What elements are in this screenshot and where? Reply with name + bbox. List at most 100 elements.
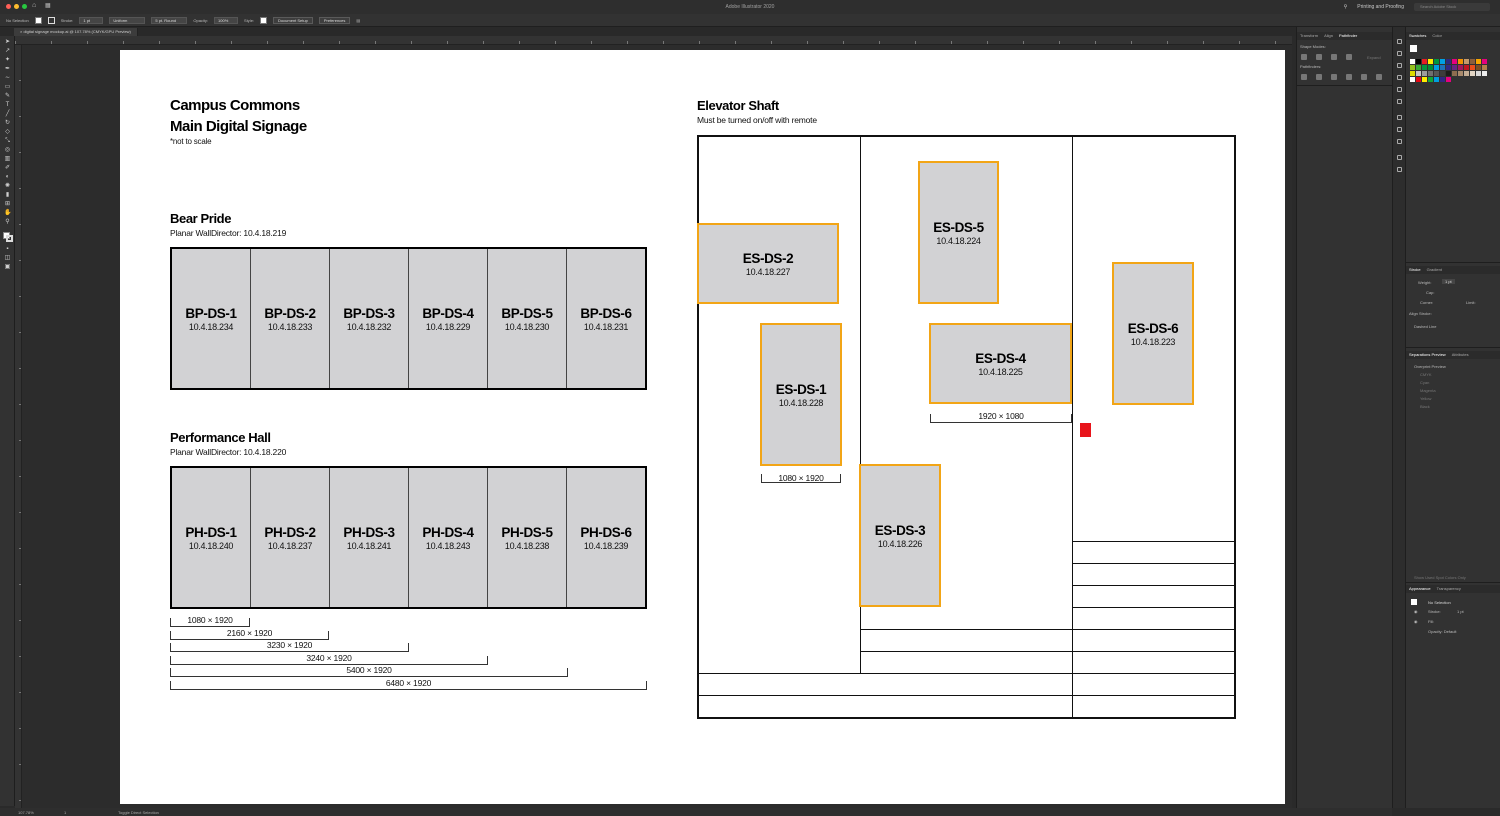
separation-cyan[interactable]: Cyan <box>1420 380 1429 385</box>
gradient-tool-icon[interactable]: ▥ <box>4 156 11 162</box>
scale-tool-icon[interactable]: ⤡ <box>4 138 11 144</box>
opentype-icon[interactable] <box>1397 139 1402 144</box>
swatch[interactable] <box>1422 59 1427 64</box>
swatch[interactable] <box>1440 65 1445 70</box>
separation-yellow[interactable]: Yellow <box>1420 396 1431 401</box>
swatch[interactable] <box>1476 59 1481 64</box>
arrange-icon[interactable]: ▤ <box>356 18 360 23</box>
swatch[interactable] <box>1464 71 1469 76</box>
swatch[interactable] <box>1434 59 1439 64</box>
swatch[interactable] <box>1422 77 1427 82</box>
red-marker[interactable] <box>1080 423 1091 437</box>
tab-stroke[interactable]: Stroke <box>1409 266 1421 274</box>
swatch[interactable] <box>1482 65 1487 70</box>
swatch[interactable] <box>1422 65 1427 70</box>
dashed-line-checkbox[interactable]: Dashed Line <box>1414 324 1436 329</box>
swatch[interactable] <box>1440 71 1445 76</box>
bp-panel[interactable]: BP-DS-5 10.4.18.230 <box>488 249 567 388</box>
pen-tool-icon[interactable]: ✒ <box>4 66 11 72</box>
stroke-swatch[interactable] <box>47 16 55 24</box>
swatch[interactable] <box>1464 59 1469 64</box>
workspace-switcher[interactable]: Printing and Proofing <box>1357 4 1404 10</box>
line-tool-icon[interactable]: ╱ <box>4 111 11 117</box>
libraries-icon[interactable] <box>1397 63 1402 68</box>
tab-swatches[interactable]: Swatches <box>1409 32 1426 40</box>
swatch[interactable] <box>1440 77 1445 82</box>
swatch[interactable] <box>1476 71 1481 76</box>
artboard-number[interactable]: 1 <box>64 810 66 815</box>
es-ds-5-screen[interactable]: ES-DS-5 10.4.18.224 <box>918 161 999 304</box>
trim-icon[interactable] <box>1316 74 1322 80</box>
swatch[interactable] <box>1434 71 1439 76</box>
curvature-tool-icon[interactable]: ∼ <box>4 75 11 81</box>
eye-icon[interactable]: ◉ <box>1414 609 1418 614</box>
es-ds-6-screen[interactable]: ES-DS-6 10.4.18.223 <box>1112 262 1194 405</box>
ph-panel[interactable]: PH-DS-2 10.4.18.237 <box>251 468 330 607</box>
ph-panel[interactable]: PH-DS-5 10.4.18.238 <box>488 468 567 607</box>
stock-search-input[interactable]: Search Adobe Stock <box>1414 3 1490 11</box>
graphic-style-swatch[interactable] <box>260 16 268 24</box>
separation-magenta[interactable]: Magenta <box>1420 388 1436 393</box>
swatch[interactable] <box>1464 65 1469 70</box>
swatch[interactable] <box>1410 59 1415 64</box>
eyedropper-tool-icon[interactable]: ✐ <box>4 165 11 171</box>
tab-transparency[interactable]: Transparency <box>1437 585 1461 593</box>
tab-gradient[interactable]: Gradient <box>1427 266 1442 274</box>
swatch[interactable] <box>1422 71 1427 76</box>
ph-panel[interactable]: PH-DS-6 10.4.18.239 <box>567 468 645 607</box>
color-mode-icon[interactable]: ▪ <box>4 246 11 252</box>
symbol-sprayer-tool-icon[interactable]: ✺ <box>4 183 11 189</box>
swatch[interactable] <box>1440 59 1445 64</box>
preferences-button[interactable]: Preferences <box>318 16 351 24</box>
swatch[interactable] <box>1482 59 1487 64</box>
swatch[interactable] <box>1416 77 1421 82</box>
tab-attributes[interactable]: Attributes <box>1452 351 1469 359</box>
swatch[interactable] <box>1452 71 1457 76</box>
swatch[interactable] <box>1416 65 1421 70</box>
swatch[interactable] <box>1476 65 1481 70</box>
swatch[interactable] <box>1452 59 1457 64</box>
magic-wand-tool-icon[interactable]: ✦ <box>4 57 11 63</box>
stroke-weight-field[interactable]: 1 pt <box>79 16 104 24</box>
links-icon[interactable] <box>1397 99 1402 104</box>
graph-tool-icon[interactable]: ▮ <box>4 192 11 198</box>
swatch[interactable] <box>1470 71 1475 76</box>
intersect-icon[interactable] <box>1331 54 1337 60</box>
variable-width-profile[interactable]: Uniform <box>109 16 146 24</box>
brushes-icon[interactable] <box>1397 167 1402 172</box>
fill-indicator[interactable] <box>1410 45 1417 52</box>
expand-button[interactable]: Expand <box>1367 55 1381 60</box>
tab-transform[interactable]: Transform <box>1300 32 1318 40</box>
type-tool-icon[interactable]: T <box>4 102 11 108</box>
character-icon[interactable] <box>1397 115 1402 120</box>
swatch[interactable] <box>1434 77 1439 82</box>
direct-selection-tool-icon[interactable]: ↗ <box>4 48 11 54</box>
stroke-color-swatch[interactable] <box>6 235 13 242</box>
paragraph-icon[interactable] <box>1397 127 1402 132</box>
lightbulb-icon[interactable]: ⚲ <box>1344 4 1348 10</box>
swatch[interactable] <box>1458 65 1463 70</box>
unite-icon[interactable] <box>1301 54 1307 60</box>
used-spot-colors-checkbox[interactable]: Show Used Spot Colors Only <box>1414 575 1466 580</box>
es-ds-1-screen[interactable]: ES-DS-1 10.4.18.228 <box>760 323 842 466</box>
actions-icon[interactable] <box>1397 155 1402 160</box>
swatch[interactable] <box>1452 65 1457 70</box>
bp-panel[interactable]: BP-DS-4 10.4.18.229 <box>409 249 488 388</box>
document-tab[interactable]: × digital signage mockup.ai @ 107.78% (C… <box>14 28 138 36</box>
separation-cmyk[interactable]: CMYK <box>1420 372 1432 377</box>
brush-definition[interactable]: 5 pt. Round <box>151 16 188 24</box>
shape-builder-tool-icon[interactable]: ◎ <box>4 147 11 153</box>
bp-panel[interactable]: BP-DS-3 10.4.18.232 <box>330 249 409 388</box>
hand-tool-icon[interactable]: ✋ <box>4 210 11 216</box>
layers-icon[interactable] <box>1397 51 1402 56</box>
es-ds-4-screen[interactable]: ES-DS-4 10.4.18.225 <box>929 323 1072 404</box>
rectangle-tool-icon[interactable]: ▭ <box>4 84 11 90</box>
tab-appearance[interactable]: Appearance <box>1409 585 1431 593</box>
zoom-tool-icon[interactable]: ⚲ <box>4 219 11 225</box>
artboard[interactable]: Campus Commons Main Digital Signage *not… <box>120 50 1285 804</box>
crop-icon[interactable] <box>1346 74 1352 80</box>
minus-front-icon[interactable] <box>1316 54 1322 60</box>
overprint-preview-checkbox[interactable]: Overprint Preview <box>1414 364 1446 369</box>
bp-panel[interactable]: BP-DS-2 10.4.18.233 <box>251 249 330 388</box>
ph-panel[interactable]: PH-DS-3 10.4.18.241 <box>330 468 409 607</box>
